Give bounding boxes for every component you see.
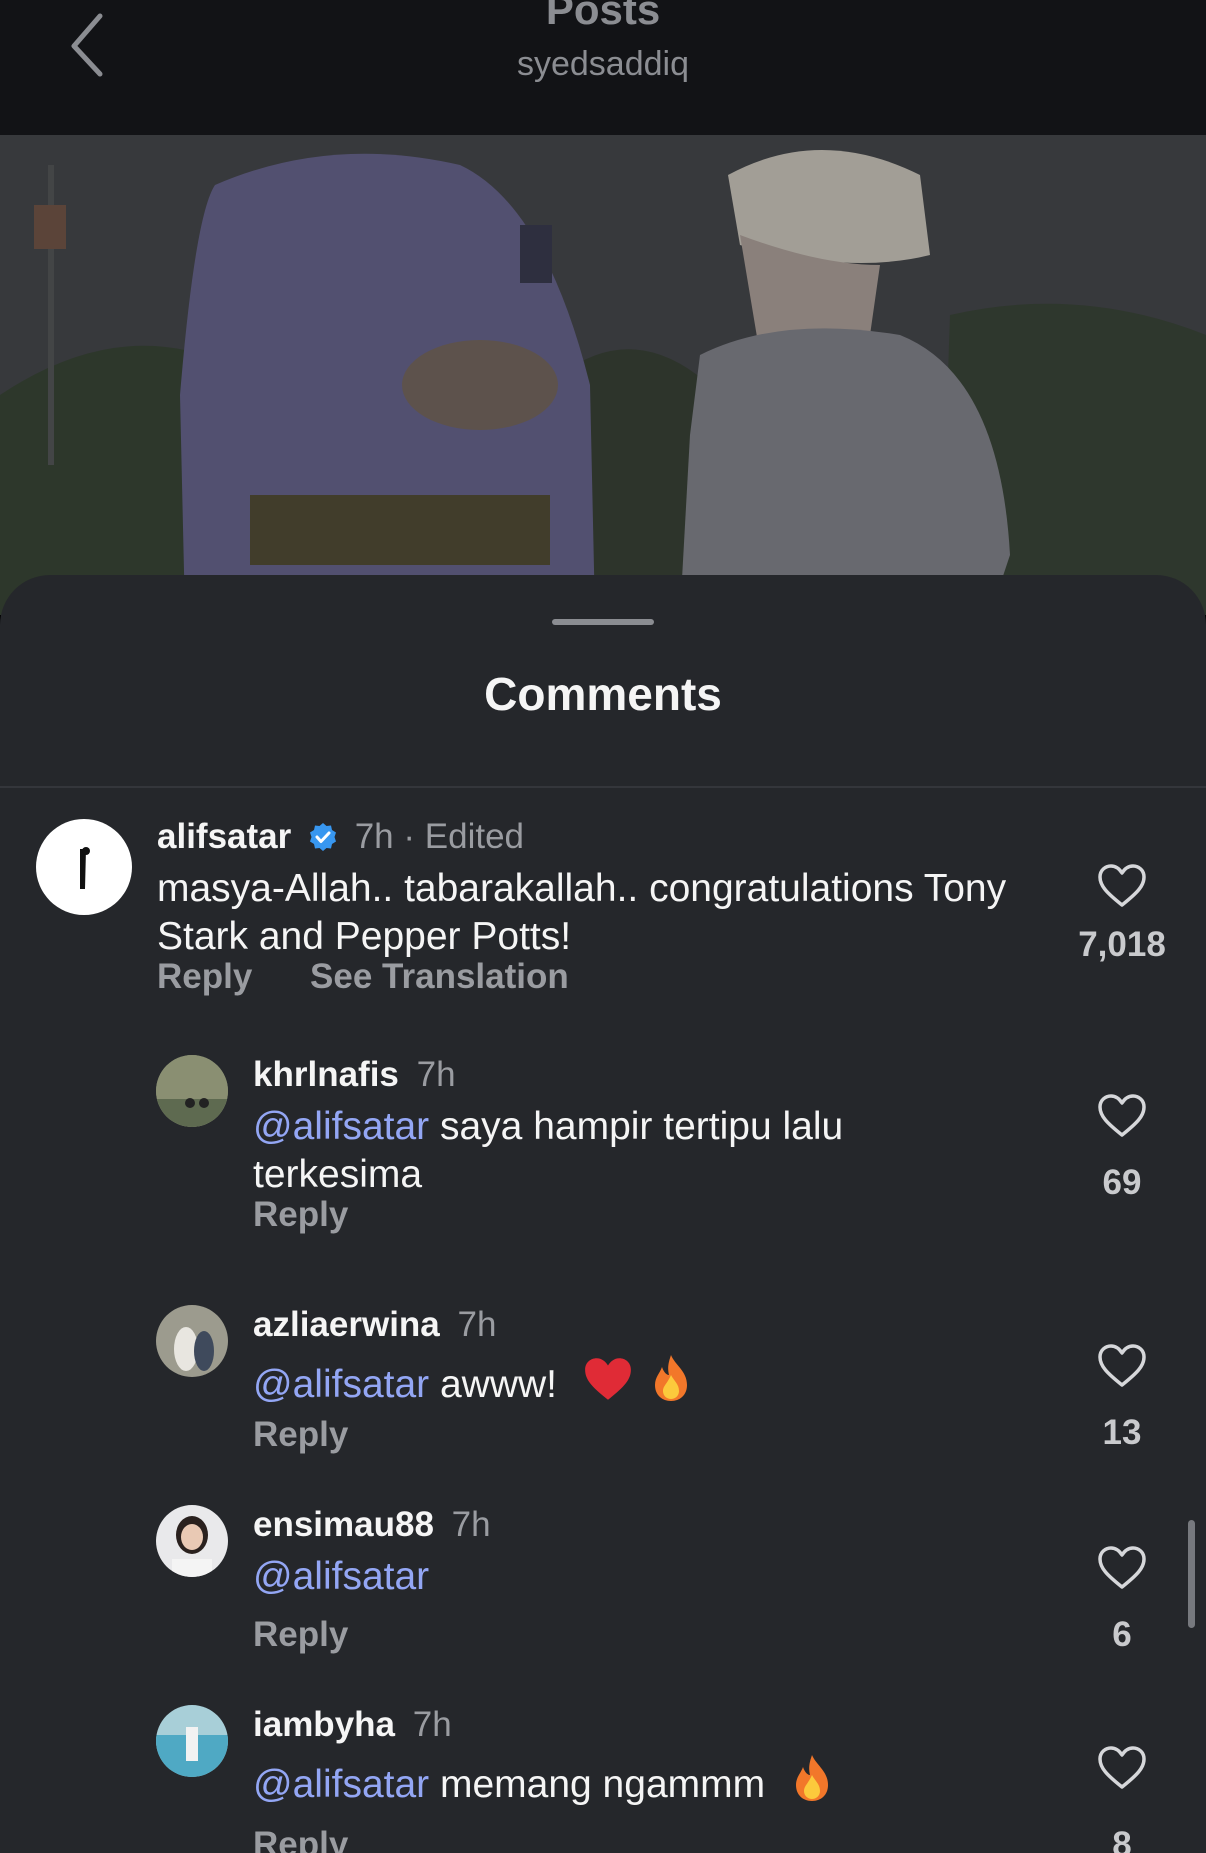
top-bar: Posts syedsaddiq bbox=[0, 0, 1206, 135]
comment-username[interactable]: khrlnafis bbox=[253, 1055, 399, 1094]
see-translation-button[interactable]: See Translation bbox=[310, 957, 569, 996]
page-subtitle-username[interactable]: syedsaddiq bbox=[0, 45, 1206, 84]
like-heart-icon[interactable] bbox=[1097, 863, 1147, 909]
comment-meta: iambyha 7h bbox=[253, 1705, 452, 1745]
comment-reply-item: iambyha 7h @alifsatar memang ngammm Repl… bbox=[0, 1705, 1206, 1853]
comment-text: @alifsatar awww! bbox=[253, 1353, 953, 1409]
comment-body: awww! bbox=[429, 1363, 558, 1406]
mention-link[interactable]: @alifsatar bbox=[253, 1763, 429, 1806]
divider bbox=[0, 786, 1206, 788]
comment-username[interactable]: ensimau88 bbox=[253, 1505, 434, 1544]
scrollbar[interactable] bbox=[1188, 1520, 1195, 1628]
mention-link[interactable]: @alifsatar bbox=[253, 1363, 429, 1406]
like-heart-icon[interactable] bbox=[1097, 1343, 1147, 1389]
comment-reply-item: ensimau88 7h @alifsatar Reply 6 bbox=[0, 1505, 1206, 1705]
avatar[interactable] bbox=[156, 1705, 228, 1777]
mention-link[interactable]: @alifsatar bbox=[253, 1555, 429, 1598]
avatar[interactable] bbox=[156, 1505, 228, 1577]
comment-time: 7h bbox=[457, 1305, 497, 1344]
comments-sheet: Comments alifsatar 7h · Edited masya-All… bbox=[0, 575, 1206, 1853]
comment-text: masya-Allah.. tabarakallah.. congratulat… bbox=[157, 867, 1007, 958]
reply-button[interactable]: Reply bbox=[157, 957, 252, 996]
fire-emoji-icon bbox=[654, 1355, 687, 1401]
avatar-photo bbox=[156, 1305, 228, 1377]
comment-actions: Reply bbox=[253, 1415, 396, 1455]
comment-actions: Reply bbox=[253, 1615, 396, 1655]
avatar[interactable] bbox=[156, 1305, 228, 1377]
fire-emoji-icon bbox=[795, 1755, 828, 1801]
comment-time: 7h bbox=[354, 817, 394, 856]
comment-edited-label: · Edited bbox=[403, 817, 525, 856]
comment-meta: khrlnafis 7h bbox=[253, 1055, 456, 1095]
avatar-photo bbox=[156, 1505, 228, 1577]
like-count: 8 bbox=[1112, 1825, 1132, 1853]
like-count: 6 bbox=[1112, 1615, 1132, 1654]
comment-text: @alifsatar saya hampir tertipu lalu terk… bbox=[253, 1103, 953, 1199]
like-count: 7,018 bbox=[1078, 925, 1166, 964]
comment-meta: ensimau88 7h bbox=[253, 1505, 491, 1545]
avatar[interactable] bbox=[36, 819, 132, 915]
comment-time: 7h bbox=[416, 1055, 456, 1094]
avatar-photo bbox=[156, 1055, 228, 1127]
comment-actions: Reply bbox=[253, 1825, 396, 1853]
comment-time: 7h bbox=[412, 1705, 452, 1744]
post-photo bbox=[0, 135, 1206, 615]
comment-text: @alifsatar memang ngammm bbox=[253, 1753, 1013, 1809]
comment-meta: azliaerwina 7h bbox=[253, 1305, 496, 1345]
comment-username[interactable]: iambyha bbox=[253, 1705, 395, 1744]
reply-button[interactable]: Reply bbox=[253, 1825, 348, 1853]
avatar[interactable] bbox=[156, 1055, 228, 1127]
page-title: Posts bbox=[545, 0, 661, 33]
comment-username[interactable]: azliaerwina bbox=[253, 1305, 440, 1344]
comment-username[interactable]: alifsatar bbox=[157, 817, 291, 856]
like-heart-icon[interactable] bbox=[1097, 1745, 1147, 1791]
comments-title: Comments bbox=[484, 668, 722, 720]
like-heart-icon[interactable] bbox=[1097, 1093, 1147, 1139]
avatar-photo bbox=[156, 1705, 228, 1777]
reply-button[interactable]: Reply bbox=[253, 1415, 348, 1454]
comment-meta: alifsatar 7h · Edited bbox=[157, 817, 524, 857]
red-heart-emoji-icon bbox=[584, 1358, 631, 1400]
mention-link[interactable]: @alifsatar bbox=[253, 1105, 429, 1148]
avatar-logo-icon bbox=[80, 847, 90, 889]
like-count: 13 bbox=[1102, 1413, 1142, 1452]
comment-reply-item: khrlnafis 7h @alifsatar saya hampir tert… bbox=[0, 1055, 1206, 1295]
comment-reply-item: azliaerwina 7h @alifsatar awww! Reply 13 bbox=[0, 1305, 1206, 1505]
comment-text: @alifsatar bbox=[253, 1553, 953, 1601]
post-photo-image bbox=[0, 135, 1206, 615]
comment-actions: Reply See Translation bbox=[157, 957, 617, 997]
reply-button[interactable]: Reply bbox=[253, 1195, 348, 1234]
drag-handle[interactable] bbox=[552, 619, 654, 625]
verified-badge-icon bbox=[309, 823, 336, 851]
like-count: 69 bbox=[1102, 1163, 1142, 1202]
like-heart-icon[interactable] bbox=[1097, 1545, 1147, 1591]
comment-body: memang ngammm bbox=[429, 1763, 766, 1806]
reply-button[interactable]: Reply bbox=[253, 1615, 348, 1654]
comment-time: 7h bbox=[451, 1505, 491, 1544]
comment-actions: Reply bbox=[253, 1195, 396, 1235]
